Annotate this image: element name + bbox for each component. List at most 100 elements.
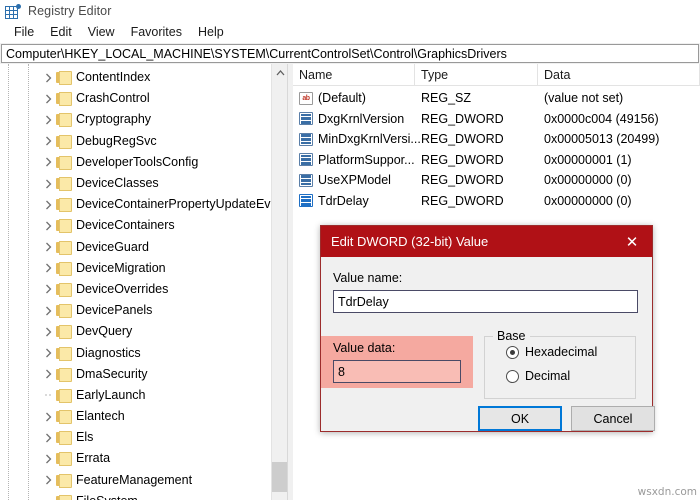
base-legend: Base [493, 329, 530, 343]
column-header-type[interactable]: Type [415, 64, 538, 86]
value-name-cell: MinDxgKrnlVersi... [318, 132, 421, 147]
value-data-input[interactable]: 8 [333, 360, 461, 383]
tree-item-earlylaunch[interactable]: EarlyLaunch [0, 385, 272, 406]
registry-tree-pane[interactable]: ContentIndex CrashControl Cryptography Debu… [0, 64, 288, 500]
chevron-right-icon[interactable] [40, 279, 56, 300]
chevron-right-icon[interactable] [40, 300, 56, 321]
tree-item-label: DeviceOverrides [76, 281, 169, 296]
menu-item-view[interactable]: View [80, 23, 123, 42]
tree-item-featuremanagement[interactable]: FeatureManagement [0, 470, 272, 491]
chevron-right-icon[interactable] [40, 194, 56, 215]
value-name-cell: UseXPModel [318, 173, 391, 188]
tree-item-deviceoverrides[interactable]: DeviceOverrides [0, 279, 272, 300]
tree-item-elantech[interactable]: Elantech [0, 406, 272, 427]
tree-item-dmasecurity[interactable]: DmaSecurity [0, 364, 272, 385]
table-row[interactable]: PlatformSuppor... REG_DWORD 0x00000001 (1) [293, 150, 700, 171]
chevron-right-icon[interactable] [40, 364, 56, 385]
ok-button[interactable]: OK [478, 406, 562, 431]
column-header-data[interactable]: Data [538, 64, 700, 86]
tree-item-devicemigration[interactable]: DeviceMigration [0, 258, 272, 279]
window-title: Registry Editor [28, 4, 112, 18]
table-row[interactable]: UseXPModel REG_DWORD 0x00000000 (0) [293, 170, 700, 191]
tree-item-errata[interactable]: Errata [0, 448, 272, 469]
tree-scrollbar-thumb[interactable] [272, 462, 287, 492]
folder-icon [56, 367, 72, 382]
tree-item-filesystem[interactable]: FileSystem [0, 491, 272, 500]
registry-grid-icon [5, 3, 21, 19]
tree-item-label: DevicePanels [76, 303, 153, 318]
table-row[interactable]: ab (Default) REG_SZ (value not set) [293, 88, 700, 109]
chevron-right-icon[interactable] [40, 237, 56, 258]
tree-item-developertoolsconfig[interactable]: DeveloperToolsConfig [0, 152, 272, 173]
tree-item-devicecontainers[interactable]: DeviceContainers [0, 215, 272, 236]
radio-decimal-indicator [506, 369, 519, 383]
chevron-right-icon[interactable] [40, 131, 56, 152]
chevron-right-icon[interactable] [40, 173, 56, 194]
tree-item-contentindex[interactable]: ContentIndex [0, 67, 272, 88]
tree-item-devicepanels[interactable]: DevicePanels [0, 300, 272, 321]
chevron-right-icon[interactable] [40, 448, 56, 469]
folder-icon [56, 219, 72, 234]
tree-item-devicecontainerpropertyupdateeve[interactable]: DeviceContainerPropertyUpdateEve [0, 194, 278, 215]
tree-item-label: DeviceContainers [76, 218, 175, 233]
chevron-right-icon[interactable] [40, 406, 56, 427]
value-type-cell: REG_SZ [421, 91, 472, 106]
chevron-right-icon[interactable] [40, 258, 56, 279]
radio-decimal[interactable]: Decimal [506, 369, 570, 383]
menu-item-edit[interactable]: Edit [42, 23, 80, 42]
folder-icon [56, 240, 72, 255]
tree-item-crashcontrol[interactable]: CrashControl [0, 88, 272, 109]
menu-item-favorites[interactable]: Favorites [123, 23, 190, 42]
folder-icon [56, 346, 72, 361]
tree-item-deviceclasses[interactable]: DeviceClasses [0, 173, 272, 194]
close-icon[interactable]: ✕ [612, 226, 652, 257]
tree-item-diagnostics[interactable]: Diagnostics [0, 342, 272, 363]
folder-icon [56, 261, 72, 276]
tree-item-deviceguard[interactable]: DeviceGuard [0, 237, 272, 258]
table-row[interactable]: MinDxgKrnlVersi... REG_DWORD 0x00005013 (2… [293, 129, 700, 150]
value-name-label: Value name: [333, 271, 403, 285]
tree-item-label: CrashControl [76, 91, 150, 106]
radio-hexadecimal-indicator [506, 345, 519, 359]
tree-item-label: DeveloperToolsConfig [76, 154, 199, 169]
value-data-cell: (value not set) [544, 91, 624, 106]
tree-item-cryptography[interactable]: Cryptography [0, 109, 272, 130]
value-name-cell: (Default) [318, 91, 366, 106]
column-header-name[interactable]: Name [293, 64, 415, 86]
table-row[interactable]: TdrDelay REG_DWORD 0x00000000 (0) [293, 191, 700, 212]
table-row[interactable]: DxgKrnlVersion REG_DWORD 0x0000c004 (49156… [293, 109, 700, 130]
chevron-right-icon[interactable] [40, 109, 56, 130]
menu-item-help[interactable]: Help [190, 23, 232, 42]
scroll-up-arrow-icon[interactable] [272, 64, 287, 81]
chevron-right-icon[interactable] [40, 152, 56, 173]
registry-tree[interactable]: ContentIndex CrashControl Cryptography Debu… [0, 64, 278, 500]
edit-dword-dialog[interactable]: Edit DWORD (32-bit) Value ✕ Value name: … [320, 225, 655, 432]
tree-scrollbar[interactable] [271, 64, 287, 500]
tree-item-els[interactable]: Els [0, 427, 272, 448]
folder-icon [56, 155, 72, 170]
tree-item-label: Els [76, 430, 94, 445]
watermark: wsxdn.com [637, 486, 697, 498]
radio-hexadecimal[interactable]: Hexadecimal [506, 345, 597, 359]
list-header: Name Type Data [293, 64, 700, 86]
reg-dword-icon [299, 194, 313, 208]
tree-item-label: DeviceContainerPropertyUpdateEve [76, 197, 278, 212]
chevron-right-icon[interactable] [40, 88, 56, 109]
menu-item-file[interactable]: File [6, 23, 42, 42]
cancel-button[interactable]: Cancel [571, 406, 655, 431]
chevron-right-icon[interactable] [40, 215, 56, 236]
tree-item-label: Cryptography [76, 112, 152, 127]
address-bar[interactable]: Computer\HKEY_LOCAL_MACHINE\SYSTEM\Curre… [1, 44, 699, 63]
chevron-right-icon[interactable] [40, 427, 56, 448]
tree-item-devquery[interactable]: DevQuery [0, 321, 272, 342]
list-rows[interactable]: ab (Default) REG_SZ (value not set) DxgKrnlV… [293, 86, 700, 211]
chevron-right-icon[interactable] [40, 321, 56, 342]
chevron-right-icon[interactable] [40, 343, 56, 364]
tree-item-label: DeviceClasses [76, 176, 159, 191]
folder-icon [56, 325, 72, 340]
chevron-right-icon[interactable] [40, 470, 56, 491]
chevron-right-icon[interactable] [40, 67, 56, 88]
value-data-cell: 0x00000000 (0) [544, 193, 632, 208]
value-name-input[interactable]: TdrDelay [333, 290, 638, 313]
tree-item-debugregsvc[interactable]: DebugRegSvc [0, 131, 272, 152]
